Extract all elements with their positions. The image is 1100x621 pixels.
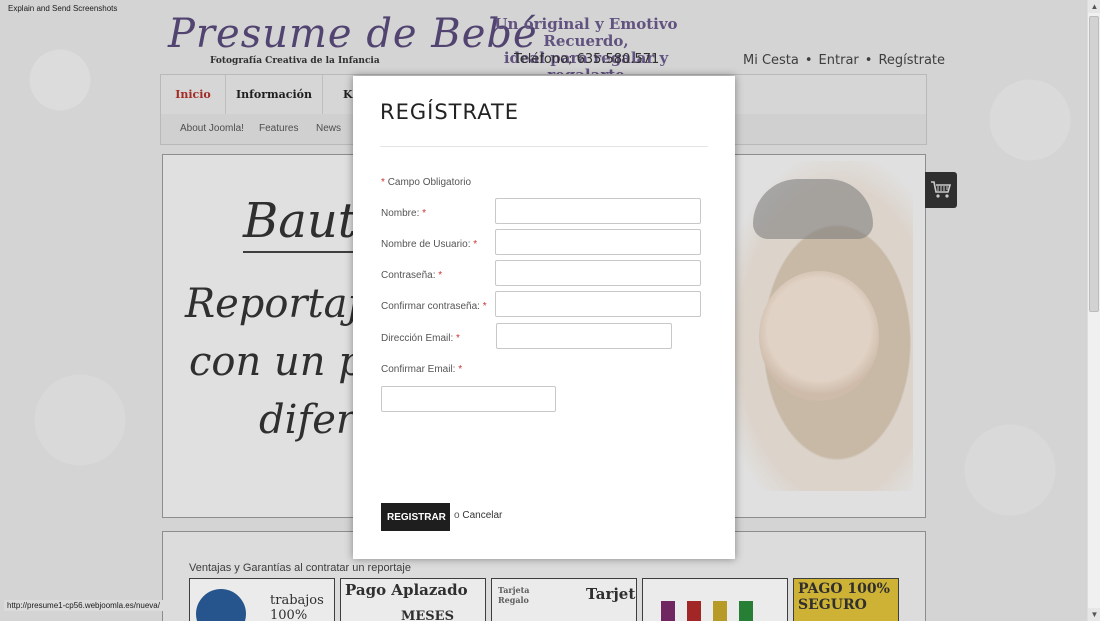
required-asterisk: *	[458, 364, 463, 375]
required-asterisk: *	[422, 208, 427, 219]
modal-title: REGÍSTRATE	[380, 100, 520, 124]
required-asterisk: *	[473, 239, 478, 250]
cancel-link[interactable]: Cancelar	[462, 510, 502, 521]
password-label: Contraseña: *	[381, 270, 442, 281]
page-background: Explain and Send Screenshots Presume de …	[0, 0, 1087, 621]
or-text: o	[454, 510, 460, 521]
required-note: * Campo Obligatorio	[381, 177, 471, 188]
username-label-text: Nombre de Usuario:	[381, 239, 471, 250]
scroll-down-arrow-icon[interactable]: ▼	[1088, 608, 1100, 621]
password-label-text: Contraseña:	[381, 270, 436, 281]
required-asterisk: *	[438, 270, 443, 281]
cancel-area: o Cancelar	[454, 510, 502, 521]
password-confirm-label: Confirmar contraseña: *	[381, 301, 487, 312]
username-input[interactable]	[495, 229, 701, 255]
scroll-up-arrow-icon[interactable]: ▲	[1088, 0, 1100, 13]
modal-divider	[380, 146, 708, 147]
required-asterisk: *	[482, 301, 487, 312]
required-asterisk: *	[456, 333, 460, 344]
password-confirm-input[interactable]	[495, 291, 701, 317]
email-confirm-label: Confirmar Email: *	[381, 364, 462, 375]
name-input[interactable]	[495, 198, 701, 224]
password-input[interactable]	[495, 260, 701, 286]
register-button[interactable]: REGISTRAR	[381, 503, 450, 531]
email-input[interactable]	[496, 323, 672, 349]
required-asterisk: *	[381, 177, 385, 188]
email-confirm-input[interactable]	[381, 386, 556, 412]
name-label: Nombre: *	[381, 208, 426, 219]
password-confirm-label-text: Confirmar contraseña:	[381, 301, 480, 312]
scrollbar-thumb[interactable]	[1089, 16, 1099, 312]
register-modal: REGÍSTRATE * Campo Obligatorio Nombre: *…	[353, 76, 735, 559]
required-note-text: Campo Obligatorio	[387, 177, 472, 188]
email-label: Dirección Email: *	[381, 333, 460, 344]
vertical-scrollbar[interactable]: ▲ ▼	[1087, 0, 1100, 621]
email-label-text: Dirección Email:	[381, 333, 454, 344]
username-label: Nombre de Usuario: *	[381, 239, 477, 250]
name-label-text: Nombre:	[381, 208, 420, 219]
email-confirm-label-text: Confirmar Email:	[381, 364, 456, 375]
